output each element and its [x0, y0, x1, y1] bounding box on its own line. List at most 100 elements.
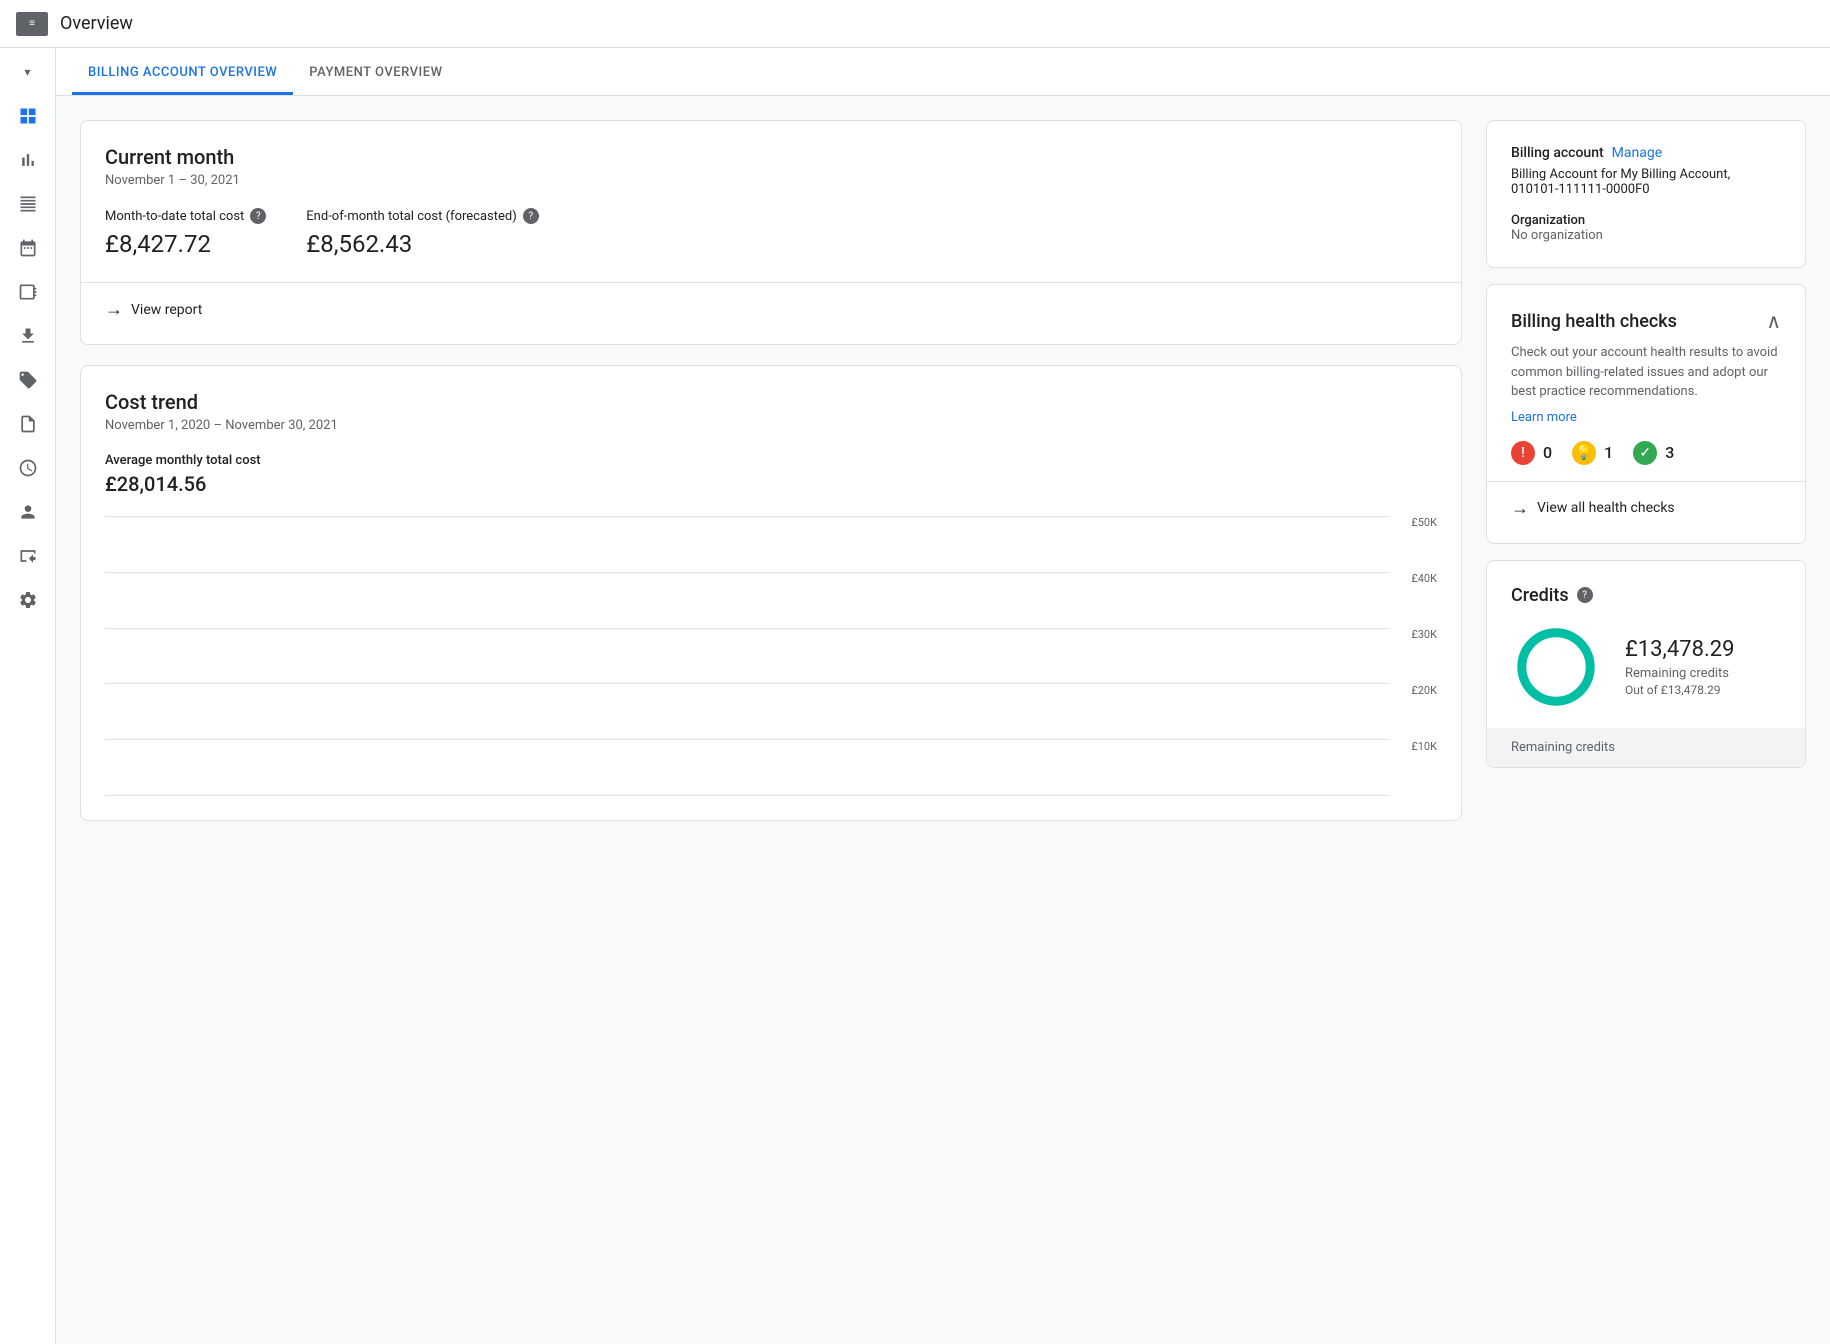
credits-help-icon[interactable]: ? — [1577, 587, 1593, 603]
health-divider — [1487, 481, 1805, 482]
content-area: BILLING ACCOUNT OVERVIEW PAYMENT OVERVIE… — [56, 48, 1830, 1344]
y-label-10k: £10K — [1411, 740, 1437, 753]
sidebar-item-commitments[interactable] — [8, 272, 48, 312]
y-label-30k: £30K — [1411, 628, 1437, 641]
credits-header: Credits ? — [1511, 585, 1781, 606]
billing-account-label: Billing account — [1511, 145, 1604, 161]
sidebar-item-export[interactable] — [8, 316, 48, 356]
top-header: ≡ Overview — [0, 0, 1830, 48]
avg-cost-value: £28,014.56 — [105, 472, 1437, 496]
warning-icon: 💡 — [1572, 441, 1596, 465]
success-count: 3 — [1665, 443, 1674, 462]
month-to-date-metric: Month-to-date total cost ? £8,427.72 — [105, 208, 266, 258]
view-health-arrow-icon: → — [1511, 498, 1529, 519]
month-to-date-help-icon[interactable]: ? — [250, 208, 266, 224]
view-health-label: View all health checks — [1537, 500, 1675, 516]
bar-chart-container: £50K £40K £30K £20K £10K — [105, 516, 1437, 796]
org-value: No organization — [1511, 228, 1781, 243]
sidebar: ▾ — [0, 48, 56, 1344]
sidebar-item-settings[interactable] — [8, 580, 48, 620]
sidebar-item-tags[interactable] — [8, 360, 48, 400]
scroll-content: Current month November 1 – 30, 2021 Mont… — [56, 96, 1830, 1344]
app-icon: ≡ — [16, 12, 48, 36]
month-to-date-value: £8,427.72 — [105, 230, 266, 258]
current-month-date: November 1 – 30, 2021 — [105, 173, 1437, 188]
billing-account-name: Billing Account for My Billing Account, — [1511, 167, 1781, 182]
current-month-card: Current month November 1 – 30, 2021 Mont… — [80, 120, 1462, 345]
health-checks-card: Billing health checks ∧ Check out your a… — [1486, 284, 1806, 544]
end-of-month-label: End-of-month total cost (forecasted) ? — [306, 208, 538, 224]
credits-info: £13,478.29 Remaining credits Out of £13,… — [1625, 637, 1734, 697]
current-month-title: Current month — [105, 145, 1437, 169]
page-title: Overview — [60, 13, 133, 34]
grid-line-10k — [105, 739, 1389, 740]
health-count-warning: 💡 1 — [1572, 441, 1613, 465]
chart-grid-lines — [105, 516, 1389, 796]
grid-line-0 — [105, 795, 1389, 796]
credits-footer: Remaining credits — [1487, 728, 1805, 767]
cost-trend-date: November 1, 2020 – November 30, 2021 — [105, 418, 1437, 433]
credits-card: Credits ? £13,478.29 Remaining credits O… — [1486, 560, 1806, 768]
chevron-up-icon[interactable]: ∧ — [1766, 309, 1781, 333]
billing-account-id: 010101-111111-0000F0 — [1511, 182, 1781, 197]
error-icon: ! — [1511, 441, 1535, 465]
credits-footer-label: Remaining credits — [1511, 740, 1615, 755]
y-label-20k: £20K — [1411, 684, 1437, 697]
health-count-error: ! 0 — [1511, 441, 1552, 465]
current-month-divider — [81, 282, 1461, 283]
billing-account-card: Billing account Manage Billing Account f… — [1486, 120, 1806, 268]
cost-trend-card: Cost trend November 1, 2020 – November 3… — [80, 365, 1462, 821]
chevron-down-icon: ▾ — [24, 65, 30, 79]
view-report-link[interactable]: → View report — [105, 299, 1437, 320]
month-to-date-label: Month-to-date total cost ? — [105, 208, 266, 224]
arrow-right-icon: → — [105, 299, 123, 320]
warning-count: 1 — [1604, 443, 1613, 462]
sidebar-item-reports[interactable] — [8, 140, 48, 180]
health-counts: ! 0 💡 1 ✓ 3 — [1511, 441, 1781, 465]
donut-chart — [1511, 622, 1601, 712]
success-icon: ✓ — [1633, 441, 1657, 465]
sidebar-item-budget[interactable] — [8, 228, 48, 268]
learn-more-link[interactable]: Learn more — [1511, 410, 1781, 425]
grid-line-20k — [105, 683, 1389, 684]
grid-line-50k — [105, 516, 1389, 517]
sidebar-item-schedule[interactable] — [8, 448, 48, 488]
y-label-50k: £50K — [1411, 516, 1437, 529]
tabs-bar: BILLING ACCOUNT OVERVIEW PAYMENT OVERVIE… — [56, 48, 1830, 96]
credits-title: Credits — [1511, 585, 1569, 606]
cost-metrics: Month-to-date total cost ? £8,427.72 End… — [105, 208, 1437, 258]
sidebar-item-invoices[interactable] — [8, 404, 48, 444]
end-of-month-metric: End-of-month total cost (forecasted) ? £… — [306, 208, 538, 258]
org-section: Organization No organization — [1511, 213, 1781, 243]
credits-remaining-label: Remaining credits — [1625, 666, 1734, 681]
sidebar-item-iam[interactable] — [8, 536, 48, 576]
tab-billing-overview[interactable]: BILLING ACCOUNT OVERVIEW — [72, 65, 293, 95]
credits-out-of: Out of £13,478.29 — [1625, 683, 1734, 697]
bar-chart: £50K £40K £30K £20K £10K — [105, 516, 1437, 796]
right-column: Billing account Manage Billing Account f… — [1486, 120, 1806, 1320]
app-icon-symbol: ≡ — [29, 18, 35, 29]
sidebar-item-overview[interactable] — [8, 96, 48, 136]
y-label-40k: £40K — [1411, 572, 1437, 585]
error-count: 0 — [1543, 443, 1552, 462]
health-desc: Check out your account health results to… — [1511, 343, 1781, 402]
view-health-link[interactable]: → View all health checks — [1511, 498, 1781, 519]
sidebar-item-table[interactable] — [8, 184, 48, 224]
sidebar-dropdown[interactable]: ▾ — [8, 56, 48, 88]
sidebar-item-user[interactable] — [8, 492, 48, 532]
credits-body: £13,478.29 Remaining credits Out of £13,… — [1511, 622, 1781, 712]
tab-payment-overview[interactable]: PAYMENT OVERVIEW — [293, 65, 458, 95]
health-count-success: ✓ 3 — [1633, 441, 1674, 465]
y-axis-labels: £50K £40K £30K £20K £10K — [1389, 516, 1437, 796]
grid-line-40k — [105, 572, 1389, 573]
grid-line-30k — [105, 628, 1389, 629]
avg-cost-label: Average monthly total cost — [105, 453, 1437, 468]
main-layout: ▾ — [0, 48, 1830, 1344]
left-column: Current month November 1 – 30, 2021 Mont… — [80, 120, 1462, 1320]
org-label: Organization — [1511, 213, 1781, 228]
cost-trend-title: Cost trend — [105, 390, 1437, 414]
end-of-month-help-icon[interactable]: ? — [523, 208, 539, 224]
end-of-month-value: £8,562.43 — [306, 230, 538, 258]
manage-link[interactable]: Manage — [1612, 145, 1662, 161]
credits-amount: £13,478.29 — [1625, 637, 1734, 662]
